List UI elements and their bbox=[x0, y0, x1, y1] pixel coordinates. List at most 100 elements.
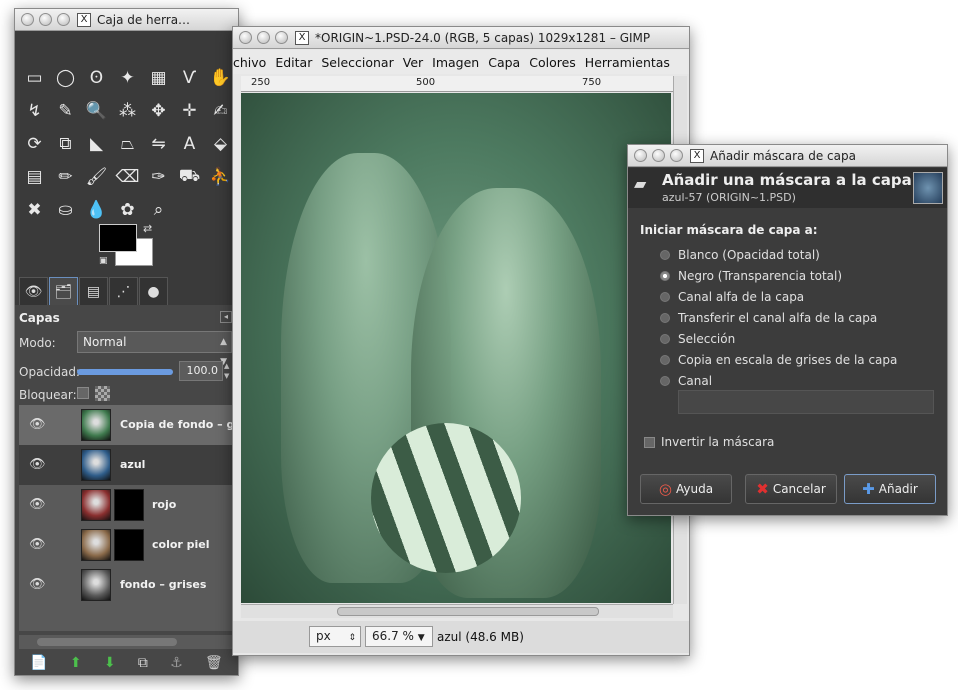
opacity-slider[interactable] bbox=[77, 369, 173, 375]
radio-dot[interactable] bbox=[660, 355, 670, 365]
mask-option-radio[interactable]: Canal bbox=[660, 374, 712, 388]
tool-icon[interactable]: ↯ bbox=[19, 94, 50, 127]
zoom-window-button[interactable] bbox=[57, 13, 70, 26]
eye-icon[interactable]: 👁 bbox=[29, 577, 46, 592]
mask-option-radio[interactable]: Transferir el canal alfa de la capa bbox=[660, 311, 877, 325]
swap-colors-icon[interactable]: ⇄ bbox=[143, 222, 152, 235]
layer-action-icon[interactable]: ⬇ bbox=[104, 655, 116, 671]
layer-row[interactable]: 👁 Copia de fondo – gr bbox=[19, 405, 234, 445]
panel-menu-icon[interactable]: ◂ bbox=[220, 311, 232, 323]
radio-dot[interactable] bbox=[660, 334, 670, 344]
menu-item[interactable]: chivo bbox=[233, 55, 266, 70]
mode-select[interactable]: Normal ▲ ▼ bbox=[77, 331, 232, 367]
layer-action-icon[interactable]: 📄 bbox=[30, 655, 47, 671]
foreground-color-swatch[interactable] bbox=[99, 224, 137, 252]
radio-dot[interactable] bbox=[660, 313, 670, 323]
tool-icon[interactable]: A bbox=[174, 127, 205, 160]
radio-dot[interactable] bbox=[660, 271, 670, 281]
opacity-input[interactable]: 100.0 bbox=[179, 361, 223, 381]
tool-icon[interactable]: ✎ bbox=[50, 94, 81, 127]
channel-select[interactable] bbox=[678, 390, 934, 414]
tool-icon[interactable]: ✑ bbox=[143, 160, 174, 193]
eye-icon[interactable]: 👁 bbox=[29, 417, 46, 432]
tool-icon[interactable]: ✖ bbox=[19, 193, 50, 226]
add-button[interactable]: ✚ Añadir bbox=[844, 474, 936, 504]
tool-icon[interactable] bbox=[174, 193, 205, 226]
radio-dot[interactable] bbox=[660, 250, 670, 260]
lock-pixels-checkbox[interactable] bbox=[77, 387, 89, 399]
zoom-window-button[interactable] bbox=[275, 31, 288, 44]
eye-icon[interactable]: 👁 bbox=[29, 457, 46, 472]
tool-icon[interactable]: 🖌 bbox=[81, 160, 112, 193]
layer-row[interactable]: 👁 azul bbox=[19, 445, 234, 485]
menu-item[interactable]: Herramientas bbox=[585, 55, 670, 70]
tool-icon[interactable]: ◯ bbox=[50, 61, 81, 94]
tool-icon[interactable]: ✦ bbox=[112, 61, 143, 94]
lock-alpha-icon[interactable] bbox=[95, 386, 110, 401]
tool-icon[interactable]: ▭ bbox=[19, 61, 50, 94]
toolbox-titlebar[interactable]: X Caja de herra… bbox=[15, 9, 238, 31]
menu-item[interactable]: Colores bbox=[529, 55, 576, 70]
menu-item[interactable]: Ver bbox=[403, 55, 423, 70]
reset-colors-icon[interactable]: ▣ bbox=[99, 256, 108, 266]
layer-row[interactable]: 👁 rojo bbox=[19, 485, 234, 525]
tool-icon[interactable]: ⏢ bbox=[112, 127, 143, 160]
tool-icon[interactable]: ʘ bbox=[81, 61, 112, 94]
menu-item[interactable]: Editar bbox=[275, 55, 312, 70]
dock-tab[interactable]: ⋰ bbox=[109, 277, 138, 305]
menu-item[interactable]: Seleccionar bbox=[321, 55, 393, 70]
zoom-window-button[interactable] bbox=[670, 149, 683, 162]
menu-item[interactable]: Imagen bbox=[432, 55, 479, 70]
layer-action-icon[interactable]: ⧉ bbox=[138, 655, 148, 671]
tool-icon[interactable]: ⌫ bbox=[112, 160, 143, 193]
tool-icon[interactable]: ✿ bbox=[112, 193, 143, 226]
minimize-window-button[interactable] bbox=[39, 13, 52, 26]
close-window-button[interactable] bbox=[634, 149, 647, 162]
tool-icon[interactable]: ✏ bbox=[50, 160, 81, 193]
cancel-button[interactable]: ✖ Cancelar bbox=[745, 474, 837, 504]
close-window-button[interactable] bbox=[239, 31, 252, 44]
mask-option-radio[interactable]: Canal alfa de la capa bbox=[660, 290, 804, 304]
minimize-window-button[interactable] bbox=[257, 31, 270, 44]
mask-option-radio[interactable]: Negro (Transparencia total) bbox=[660, 269, 842, 283]
tool-icon[interactable]: ▦ bbox=[143, 61, 174, 94]
invert-mask-checkbox[interactable]: Invertir la máscara bbox=[644, 435, 774, 449]
dock-tab[interactable]: ● bbox=[139, 277, 168, 305]
image-titlebar[interactable]: X *ORIGIN~1.PSD-24.0 (RGB, 5 capas) 1029… bbox=[233, 27, 689, 49]
tool-icon[interactable]: ⛀ bbox=[50, 193, 81, 226]
eye-icon[interactable]: 👁 bbox=[29, 497, 46, 512]
radio-dot[interactable] bbox=[660, 376, 670, 386]
layer-action-icon[interactable]: ⚓ bbox=[170, 655, 183, 671]
mask-option-radio[interactable]: Copia en escala de grises de la capa bbox=[660, 353, 897, 367]
zoom-select[interactable]: 66.7 % ▼ bbox=[365, 626, 433, 647]
menu-item[interactable]: Capa bbox=[488, 55, 520, 70]
help-button[interactable]: ◎ Ayuda bbox=[640, 474, 732, 504]
mask-option-radio[interactable]: Selección bbox=[660, 332, 735, 346]
tool-icon[interactable]: ▤ bbox=[19, 160, 50, 193]
tool-icon[interactable]: 🔍 bbox=[81, 94, 112, 127]
dock-tab[interactable]: ▤ bbox=[79, 277, 108, 305]
layers-scrollbar[interactable] bbox=[19, 635, 234, 649]
tool-icon[interactable]: 💧 bbox=[81, 193, 112, 226]
fg-bg-colors[interactable]: ⇄ ▣ bbox=[99, 222, 169, 274]
tool-icon[interactable]: ✛ bbox=[174, 94, 205, 127]
dock-tab[interactable]: 🗂 bbox=[49, 277, 78, 305]
tool-icon[interactable]: ⟳ bbox=[19, 127, 50, 160]
close-window-button[interactable] bbox=[21, 13, 34, 26]
layer-action-icon[interactable]: 🗑 bbox=[205, 655, 223, 671]
layer-row[interactable]: 👁 color piel bbox=[19, 525, 234, 565]
tool-icon[interactable]: Ѵ bbox=[174, 61, 205, 94]
units-select[interactable]: px ⇕ bbox=[309, 626, 361, 647]
dialog-titlebar[interactable]: X Añadir máscara de capa bbox=[628, 145, 947, 167]
mask-option-radio[interactable]: Blanco (Opacidad total) bbox=[660, 248, 820, 262]
radio-dot[interactable] bbox=[660, 292, 670, 302]
layer-row[interactable]: 👁 fondo – grises bbox=[19, 565, 234, 605]
eye-icon[interactable]: 👁 bbox=[29, 537, 46, 552]
checkbox-box[interactable] bbox=[644, 436, 655, 448]
tool-icon[interactable]: ✥ bbox=[143, 94, 174, 127]
tool-icon[interactable]: ⇋ bbox=[143, 127, 174, 160]
tool-icon[interactable]: ⛟ bbox=[174, 160, 205, 193]
layer-action-icon[interactable]: ⬆ bbox=[70, 655, 82, 671]
tool-icon[interactable]: ⁂ bbox=[112, 94, 143, 127]
horizontal-scrollbar[interactable] bbox=[241, 604, 673, 618]
